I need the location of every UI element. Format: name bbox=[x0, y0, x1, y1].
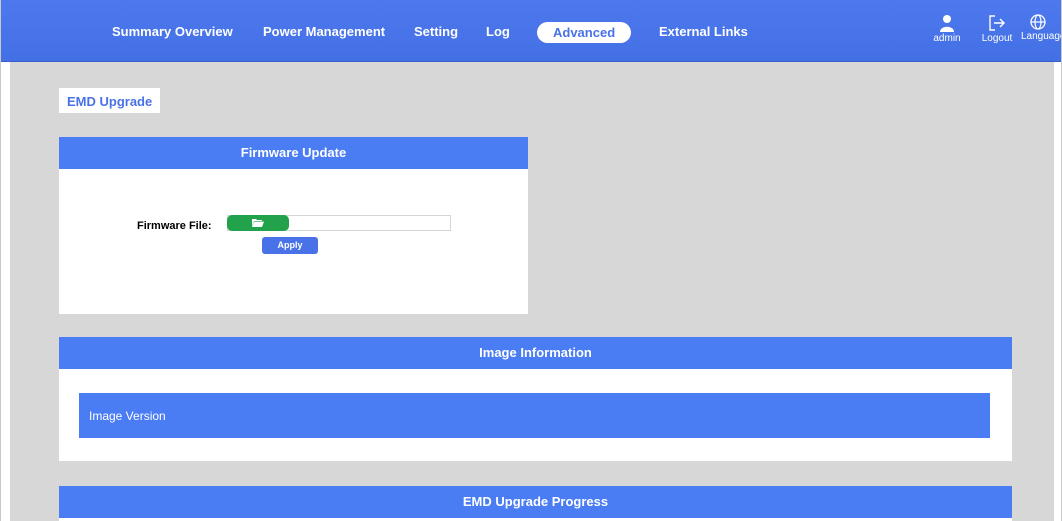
globe-icon bbox=[1030, 14, 1046, 30]
upgrade-progress-header: EMD Upgrade Progress bbox=[59, 486, 1012, 518]
main-content: EMD Upgrade Firmware Update Firmware Fil… bbox=[10, 62, 1054, 521]
browse-file-button[interactable] bbox=[227, 215, 289, 231]
firmware-update-header: Firmware Update bbox=[59, 137, 528, 169]
page-title: EMD Upgrade bbox=[59, 88, 161, 113]
firmware-update-panel: Firmware Update Firmware File: Apply bbox=[59, 137, 528, 314]
logout-label: Logout bbox=[981, 33, 1013, 44]
image-information-header: Image Information bbox=[59, 337, 1012, 369]
image-information-panel: Image Information Image Version bbox=[59, 337, 1012, 461]
user-name: admin bbox=[933, 33, 961, 44]
user-menu[interactable]: admin bbox=[927, 14, 967, 44]
user-icon bbox=[940, 15, 954, 32]
nav-advanced[interactable]: Advanced bbox=[537, 22, 632, 43]
logout-button[interactable]: Logout bbox=[977, 14, 1017, 44]
image-version-row: Image Version bbox=[79, 393, 990, 438]
app-window: Summary Overview Power Management Settin… bbox=[0, 0, 1062, 521]
upgrade-progress-panel: EMD Upgrade Progress bbox=[59, 486, 1012, 521]
nav-summary-overview[interactable]: Summary Overview bbox=[112, 24, 233, 39]
firmware-file-input[interactable] bbox=[227, 215, 451, 231]
nav-external-links[interactable]: External Links bbox=[659, 24, 748, 39]
image-version-label: Image Version bbox=[89, 409, 166, 423]
language-button[interactable]: Language bbox=[1021, 14, 1062, 42]
logout-icon bbox=[989, 15, 1005, 31]
firmware-file-label: Firmware File: bbox=[137, 220, 212, 232]
nav-setting[interactable]: Setting bbox=[414, 24, 458, 39]
nav-log[interactable]: Log bbox=[486, 24, 510, 39]
apply-button[interactable]: Apply bbox=[262, 237, 318, 254]
top-navbar: Summary Overview Power Management Settin… bbox=[1, 0, 1062, 62]
folder-open-icon bbox=[252, 219, 264, 227]
nav-power-management[interactable]: Power Management bbox=[263, 24, 385, 39]
language-label: Language bbox=[1021, 31, 1062, 42]
